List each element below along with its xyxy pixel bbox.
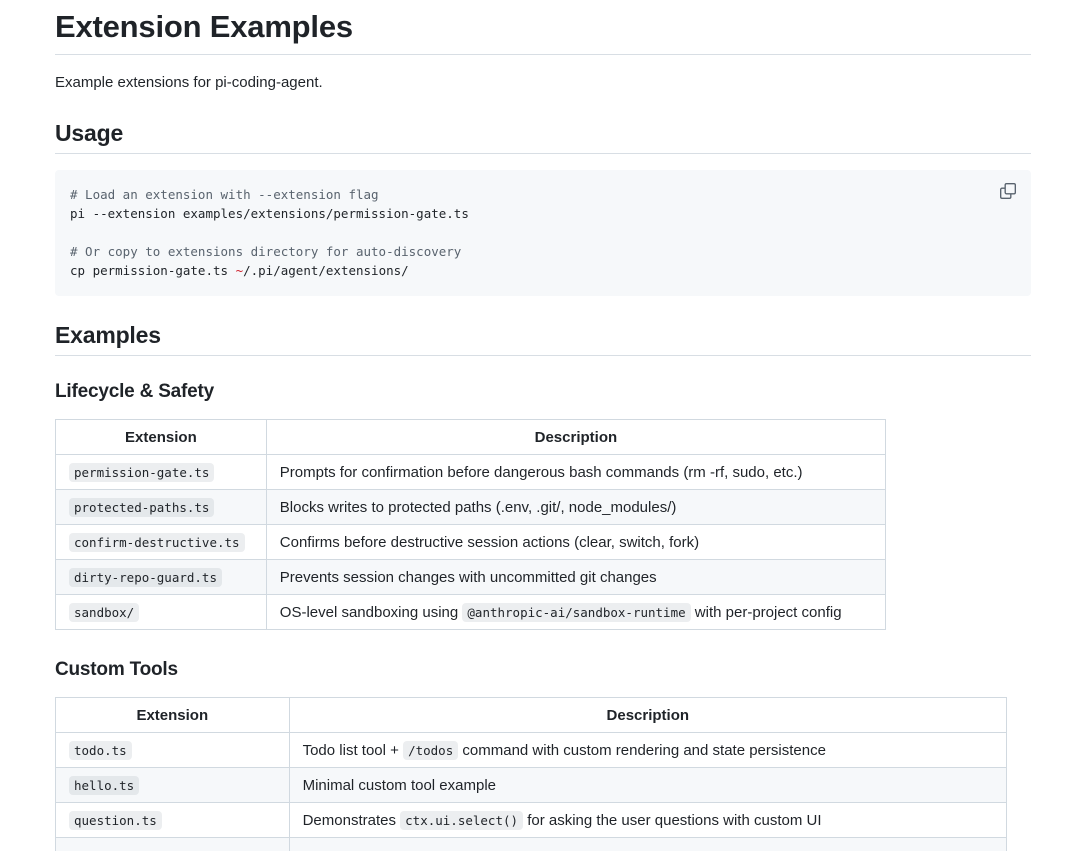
extension-name: question.ts [69, 810, 162, 830]
extension-cell: todo.ts [55, 732, 290, 768]
extension-name: permission-gate.ts [69, 462, 215, 482]
code-line: pi --extension examples/extensions/permi… [70, 206, 469, 221]
column-header: Description [265, 419, 887, 455]
table-row: protected-paths.ts Blocks writes to prot… [55, 489, 887, 525]
code-segment: cp permission-gate.ts [70, 263, 236, 278]
description-cell: Confirms before destructive session acti… [265, 524, 887, 560]
table-row: dirty-repo-guard.ts Prevents session cha… [55, 559, 887, 595]
inline-code: @anthropic-ai/sandbox-runtime [462, 602, 691, 622]
table-row [55, 837, 1008, 851]
extension-cell: confirm-destructive.ts [55, 524, 267, 560]
description-cell: Prevents session changes with uncommitte… [265, 559, 887, 595]
description-text: OS-level sandboxing using [279, 603, 463, 621]
code-line: # Load an extension with --extension fla… [70, 187, 379, 202]
description-text: Todo list tool + [302, 741, 404, 759]
code-tilde: ~ [235, 263, 244, 278]
title-divider [55, 54, 1031, 55]
description-text: for asking the user questions with custo… [523, 811, 822, 829]
usage-heading: Usage [55, 120, 124, 146]
description-cell: Prompts for confirmation before dangerou… [265, 454, 887, 490]
extension-cell: question.ts [55, 802, 290, 838]
extension-name: confirm-destructive.ts [69, 532, 245, 552]
description-cell: Minimal custom tool example [288, 767, 1008, 803]
column-header: Description [288, 697, 1008, 733]
table-row: confirm-destructive.ts Confirms before d… [55, 524, 887, 560]
extension-cell: hello.ts [55, 767, 290, 803]
extension-name: todo.ts [69, 740, 132, 760]
extension-cell: dirty-repo-guard.ts [55, 559, 267, 595]
code-line: # Or copy to extensions directory for au… [70, 244, 462, 259]
custom-tools-table: Extension Description todo.ts Todo list … [55, 697, 1008, 851]
extension-cell: sandbox/ [55, 594, 267, 630]
table-header-row: Extension Description [55, 419, 887, 455]
intro-text: Example extensions for pi-coding-agent. [55, 74, 323, 91]
table-header-row: Extension Description [55, 697, 1008, 733]
description-text: with per-project config [690, 603, 842, 621]
description-cell: OS-level sandboxing using @anthropic-ai/… [265, 594, 887, 630]
extension-cell [55, 837, 290, 851]
examples-divider [55, 355, 1031, 356]
usage-code-block[interactable]: # Load an extension with --extension fla… [55, 170, 1031, 296]
table-row: todo.ts Todo list tool + /todos command … [55, 732, 1008, 768]
lifecycle-table: Extension Description permission-gate.ts… [55, 419, 887, 630]
extension-name: hello.ts [69, 775, 140, 795]
custom-tools-heading: Custom Tools [55, 659, 178, 680]
extension-name: protected-paths.ts [69, 497, 215, 517]
page-title: Extension Examples [55, 9, 353, 44]
examples-heading: Examples [55, 322, 161, 348]
copy-icon[interactable] [999, 182, 1017, 200]
description-cell: Blocks writes to protected paths (.env, … [265, 489, 887, 525]
extension-name: dirty-repo-guard.ts [69, 567, 222, 587]
description-cell: Todo list tool + /todos command with cus… [288, 732, 1008, 768]
description-cell [288, 837, 1008, 851]
extension-cell: permission-gate.ts [55, 454, 267, 490]
column-header: Extension [55, 419, 267, 455]
description-text: Demonstrates [302, 811, 401, 829]
code-segment: /.pi/agent/extensions/ [243, 263, 409, 278]
extension-name: sandbox/ [69, 602, 140, 622]
column-header: Extension [55, 697, 290, 733]
table-row: hello.ts Minimal custom tool example [55, 767, 1008, 803]
extension-cell: protected-paths.ts [55, 489, 267, 525]
usage-divider [55, 153, 1031, 154]
table-row: sandbox/ OS-level sandboxing using @anth… [55, 594, 887, 630]
table-row: permission-gate.ts Prompts for confirmat… [55, 454, 887, 490]
table-row: question.ts Demonstrates ctx.ui.select()… [55, 802, 1008, 838]
inline-code: /todos [403, 740, 459, 760]
inline-code: ctx.ui.select() [400, 810, 524, 830]
description-text: command with custom rendering and state … [458, 741, 826, 759]
lifecycle-heading: Lifecycle & Safety [55, 381, 215, 402]
description-cell: Demonstrates ctx.ui.select() for asking … [288, 802, 1008, 838]
code-line: cp permission-gate.ts ~/.pi/agent/extens… [70, 262, 409, 280]
